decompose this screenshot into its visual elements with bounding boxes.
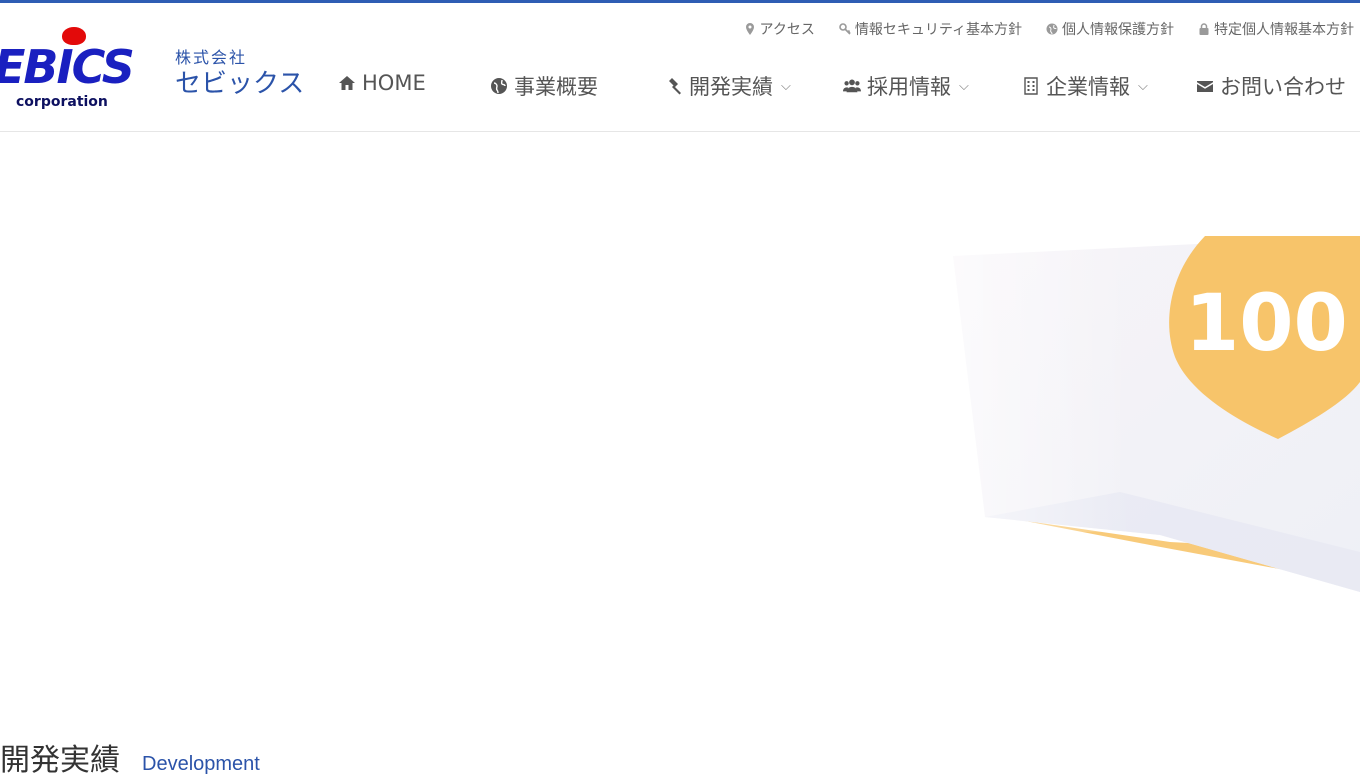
util-link-label: 情報セキュリティ基本方針 (854, 22, 1022, 38)
chevron-down-icon: ⌵ (781, 78, 791, 94)
util-link-specific-personal-info-policy[interactable]: 特定個人情報基本方針 (1198, 19, 1354, 39)
site-header: EBICS corporation 株式会社 セビックス アクセス 情報セキュリ… (0, 3, 1360, 132)
company-logo[interactable]: EBICS corporation (0, 23, 160, 118)
company-name: セビックス (175, 69, 305, 99)
util-link-label: 特定個人情報基本方針 (1214, 22, 1354, 38)
map-pin-icon (745, 23, 754, 35)
hero-badge-text: 100 (1185, 279, 1348, 369)
users-icon (843, 79, 861, 93)
section-title-jp: 開発実績 (0, 743, 120, 778)
nav-item-label: 事業概要 (514, 75, 598, 99)
logo-subtitle: corporation (16, 94, 108, 110)
key-icon (839, 23, 851, 35)
building-icon (1024, 77, 1038, 95)
nav-item-label: HOME (362, 71, 426, 95)
lock-icon (1199, 23, 1209, 35)
nav-item-label: 企業情報 (1046, 75, 1130, 99)
envelope-icon (1197, 81, 1213, 92)
utility-nav: アクセス 情報セキュリティ基本方針 個人情報保護方針 特定個人情報基本方針 (744, 19, 1354, 39)
util-link-security-policy[interactable]: 情報セキュリティ基本方針 (839, 19, 1022, 39)
company-name-block[interactable]: 株式会社 セビックス (175, 49, 304, 101)
util-link-privacy-policy[interactable]: 個人情報保護方針 (1046, 19, 1174, 39)
util-link-label: 個人情報保護方針 (1062, 22, 1174, 38)
nav-item-business[interactable]: 事業概要 (490, 71, 598, 101)
nav-item-home[interactable]: HOME (338, 71, 426, 95)
chevron-down-icon: ⌵ (1138, 78, 1148, 94)
home-icon (339, 76, 355, 90)
nav-item-label: 開発実績 (689, 75, 773, 99)
globe-icon (1046, 23, 1058, 35)
nav-item-recruit[interactable]: 採用情報 ⌵ (843, 71, 969, 101)
company-kabushiki-kaisha: 株式会社 (175, 48, 248, 67)
nav-item-label: お問い合わせ (1220, 75, 1346, 99)
util-link-access[interactable]: アクセス (744, 19, 815, 39)
globe-icon (491, 78, 507, 94)
hero-illustration: 100 (953, 232, 1360, 592)
nav-item-company[interactable]: 企業情報 ⌵ (1022, 71, 1148, 101)
logo-wordmark: EBICS (0, 40, 135, 94)
nav-item-label: 採用情報 (867, 75, 951, 99)
hero-banner: 100 (0, 132, 1360, 717)
gavel-icon (669, 78, 681, 95)
nav-item-development[interactable]: 開発実績 ⌵ (665, 71, 791, 101)
hero-fade-overlay (953, 232, 1133, 532)
nav-item-contact[interactable]: お問い合わせ (1196, 71, 1346, 101)
chevron-down-icon: ⌵ (959, 78, 969, 94)
util-link-label: アクセス (759, 22, 815, 38)
section-heading-development: 開発実績 Development (0, 735, 260, 779)
